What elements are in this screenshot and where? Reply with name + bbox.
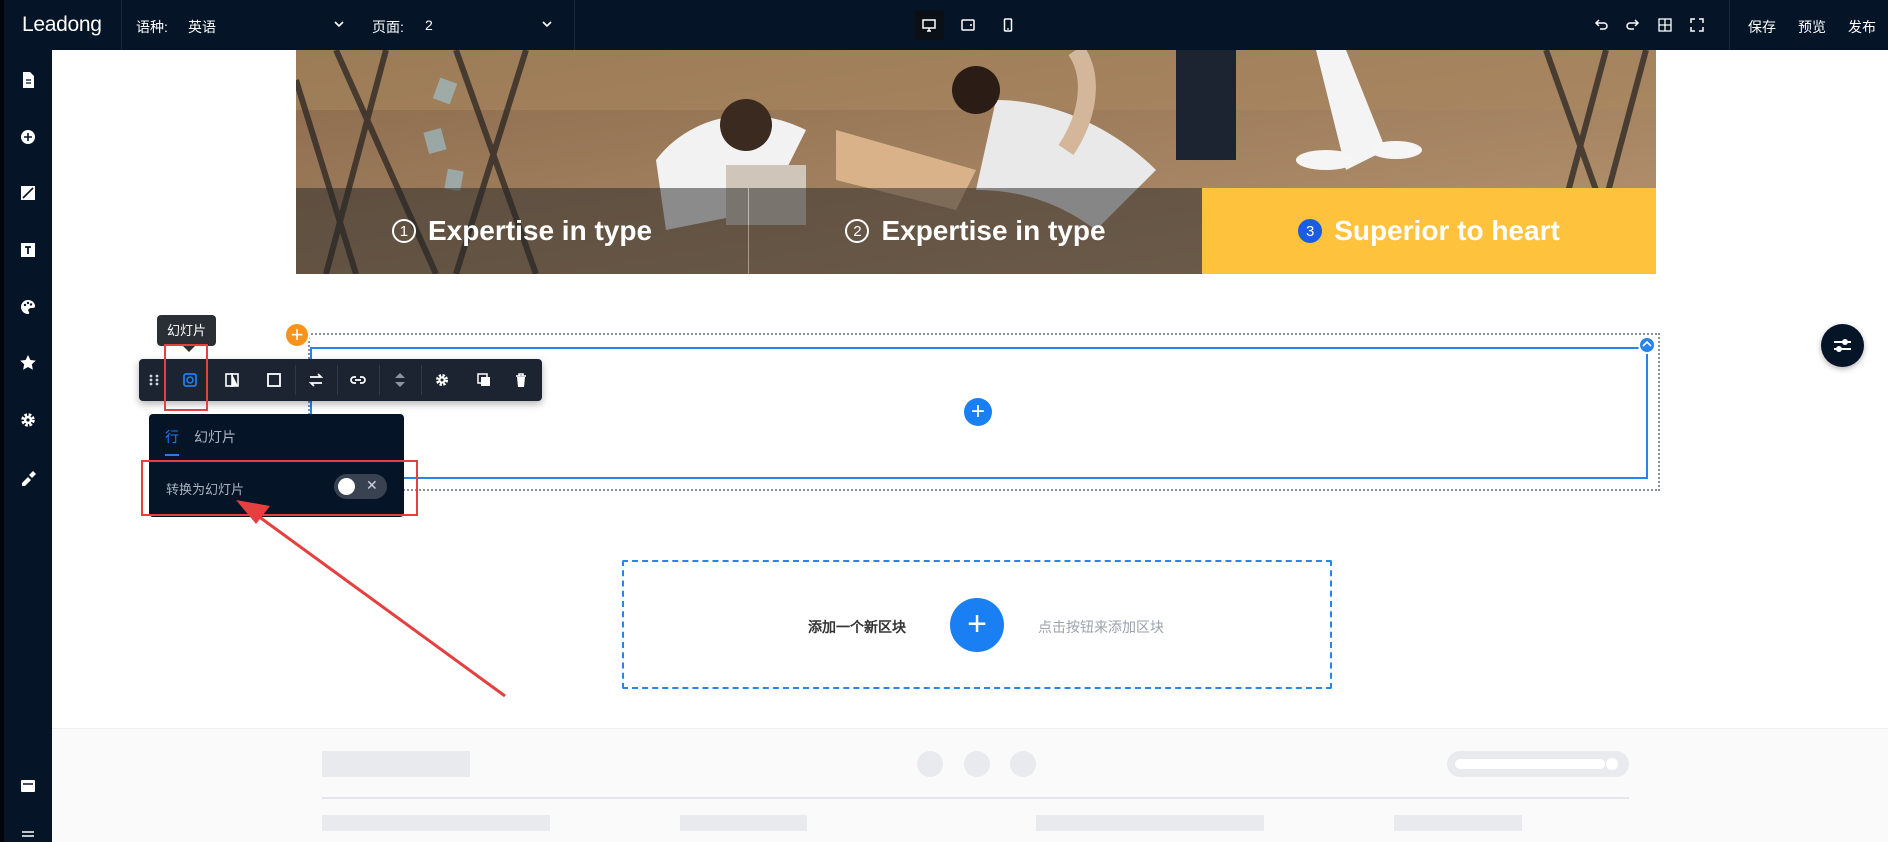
skeleton-line: [1394, 815, 1522, 831]
skeleton-search-bar: [1455, 759, 1605, 769]
page-editor: Leadong 语种: 英语 页面: 2 保存 预览 发布 1 Expertis…: [0, 0, 1888, 842]
adjustments-button[interactable]: [1821, 324, 1864, 367]
skeleton-search-dot: [1606, 758, 1618, 770]
annotation-arrow: [236, 500, 506, 698]
add-block-title: 添加一个新区块: [808, 619, 906, 635]
skeleton-divider: [322, 797, 1629, 799]
skeleton-dot: [1010, 751, 1036, 777]
sliders-icon: [1834, 339, 1851, 352]
skeleton-line: [322, 815, 550, 831]
skeleton-dot: [964, 751, 990, 777]
skeleton-dot: [917, 751, 943, 777]
skeleton-line: [1036, 815, 1264, 831]
skeleton-line: [680, 815, 807, 831]
skeleton-logo: [322, 751, 470, 777]
footer-placeholder: [52, 728, 1888, 842]
add-block-button[interactable]: +: [950, 598, 1004, 652]
add-block-hint: 点击按钮来添加区块: [1038, 619, 1164, 635]
